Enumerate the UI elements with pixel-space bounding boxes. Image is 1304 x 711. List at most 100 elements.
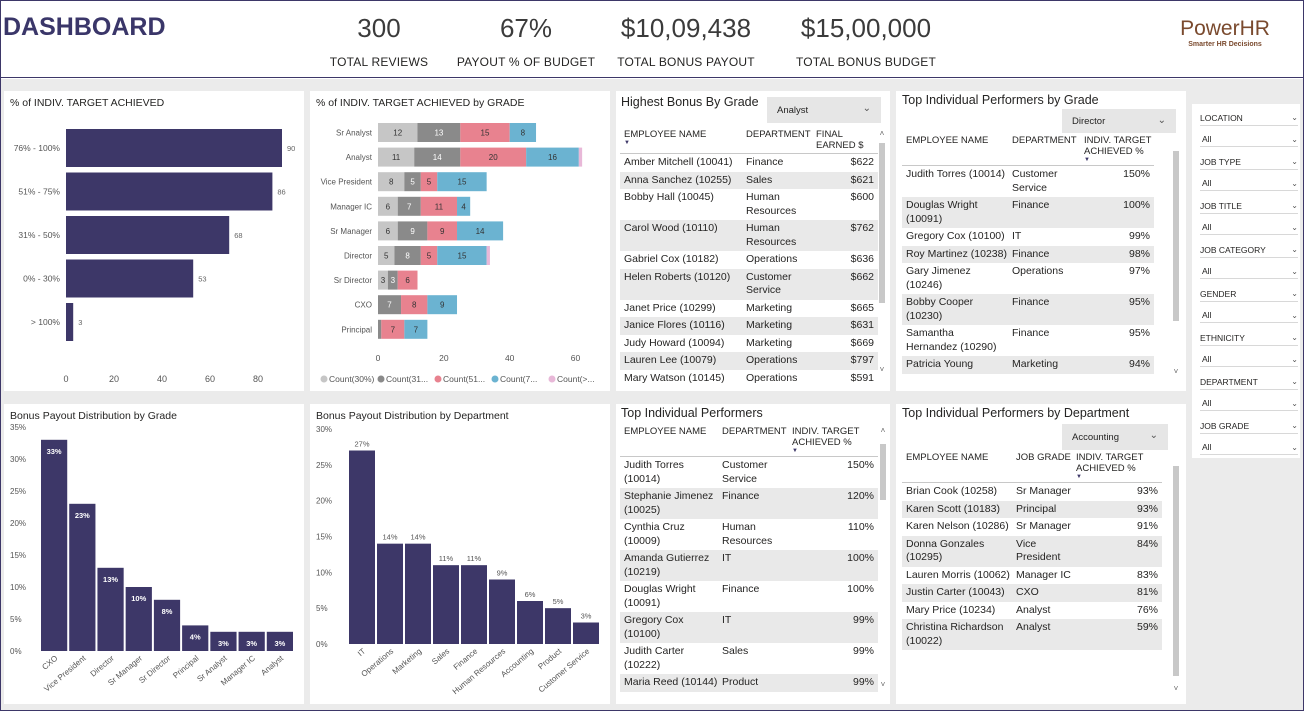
column-header[interactable]: EMPLOYEE NAME ▼ bbox=[620, 129, 742, 151]
table-row[interactable]: Mary Watson (10145) Operations $591 bbox=[620, 370, 878, 388]
table-row[interactable]: Donna Gonzales (10295) Vice President 84% bbox=[902, 535, 1162, 567]
column-header[interactable]: INDIV. TARGET ACHIEVED % ▼ bbox=[1072, 452, 1162, 480]
table-row[interactable]: Helen Roberts (10120) Customer Service $66… bbox=[620, 268, 878, 300]
slicer-header[interactable]: JOB CATEGORY ⌄ bbox=[1200, 242, 1298, 258]
table-row[interactable]: Gregory Cox (10100) IT 99% bbox=[902, 228, 1154, 246]
scroll-up-icon[interactable]: ˄ bbox=[878, 129, 886, 138]
table-cell: Finance bbox=[722, 583, 760, 595]
data-label: 16 bbox=[548, 153, 557, 162]
table-row[interactable]: Judith Torres (10014) Customer Service 150… bbox=[620, 457, 878, 488]
data-label: 3% bbox=[581, 612, 592, 621]
table-cell: Finance bbox=[1012, 327, 1050, 339]
slicer-dropdown[interactable]: All ⌄ bbox=[1200, 264, 1298, 279]
scrollbar[interactable]: ˄ ˅ bbox=[879, 426, 887, 694]
table-row[interactable]: Janet Price (10299) Marketing $665 bbox=[620, 300, 878, 318]
category-label: 0% - 30% bbox=[23, 274, 60, 284]
scrollbar[interactable]: ˅ bbox=[1172, 135, 1180, 380]
slicer-header[interactable]: JOB TITLE ⌄ bbox=[1200, 198, 1298, 214]
table-row[interactable]: Amber Mitchell (10041) Finance $622 bbox=[620, 154, 878, 172]
slicer-dropdown[interactable]: All ⌄ bbox=[1200, 176, 1298, 191]
table-cell: Patricia Young bbox=[906, 358, 974, 370]
column-header-label: DEPARTMENT bbox=[1012, 135, 1077, 146]
scroll-thumb[interactable] bbox=[1173, 466, 1179, 676]
table-row[interactable]: Justin Carter (10043) CXO 81% bbox=[902, 584, 1162, 602]
table-row[interactable]: Cynthia Cruz (10009) Human Resources 110% bbox=[620, 519, 878, 550]
table-row[interactable]: Bobby Cooper (10230) Finance 95% bbox=[902, 294, 1154, 325]
scrollbar[interactable]: ˄ ˅ bbox=[878, 129, 886, 379]
slicer-dropdown[interactable]: All ⌄ bbox=[1200, 396, 1298, 411]
slicer-value: All bbox=[1202, 398, 1212, 408]
chevron-down-icon: ⌄ bbox=[1157, 115, 1166, 126]
table-row[interactable]: Lauren Lee (10079) Operations $797 bbox=[620, 352, 878, 370]
table-cell: 95% bbox=[1128, 296, 1150, 308]
table-row[interactable]: Amanda Gutierrez (10219) IT 100% bbox=[620, 550, 878, 581]
slicer-header[interactable]: JOB TYPE ⌄ bbox=[1200, 154, 1298, 170]
table-row[interactable]: Stephanie Jimenez (10025) Finance 120% bbox=[620, 488, 878, 519]
column-header[interactable]: FINAL EARNED $ bbox=[812, 129, 878, 151]
column-header[interactable]: EMPLOYEE NAME bbox=[902, 135, 1008, 163]
table-row[interactable]: Gabriel Cox (10182) Operations $636 bbox=[620, 251, 878, 269]
scroll-down-icon[interactable]: ˅ bbox=[1172, 367, 1180, 376]
table-row[interactable]: Christina Richardson (10022) Analyst 59% bbox=[902, 619, 1162, 650]
slicer-dropdown[interactable]: All ⌄ bbox=[1200, 220, 1298, 235]
scroll-down-icon[interactable]: ˅ bbox=[878, 365, 886, 374]
table-row[interactable]: Samantha Hernandez (10290) Finance 95% bbox=[902, 325, 1154, 356]
scroll-up-icon[interactable]: ˄ bbox=[879, 426, 887, 435]
grade-filter-dropdown[interactable]: Director ⌄ bbox=[1062, 109, 1176, 133]
scroll-thumb[interactable] bbox=[879, 143, 885, 303]
kpi-label: PAYOUT % OF BUDGET bbox=[456, 55, 596, 69]
table-row[interactable]: Janice Flores (10116) Marketing $631 bbox=[620, 317, 878, 335]
table-row[interactable]: Anna Sanchez (10255) Sales $621 bbox=[620, 171, 878, 189]
scroll-down-icon[interactable]: ˅ bbox=[879, 680, 887, 689]
column-header[interactable]: DEPARTMENT bbox=[742, 129, 812, 151]
table-row[interactable]: Mary Price (10234) Analyst 76% bbox=[902, 602, 1162, 620]
department-filter-dropdown[interactable]: Accounting ⌄ bbox=[1062, 424, 1168, 450]
slicer-header[interactable]: GENDER ⌄ bbox=[1200, 286, 1298, 302]
slicer-dropdown[interactable]: All ⌄ bbox=[1200, 308, 1298, 323]
slicer-dropdown[interactable]: All ⌄ bbox=[1200, 352, 1298, 367]
column-header[interactable]: EMPLOYEE NAME bbox=[620, 426, 718, 454]
table-row[interactable]: Patricia Young Marketing 94% bbox=[902, 356, 1154, 374]
scroll-thumb[interactable] bbox=[1173, 151, 1179, 321]
table-row[interactable]: Lauren Morris (10062) Manager IC 83% bbox=[902, 567, 1162, 585]
table-row[interactable]: Maria Reed (10144) Product 99% bbox=[620, 674, 878, 692]
table-row[interactable]: Karen Nelson (10286) Sr Manager 91% bbox=[902, 518, 1162, 536]
table-row[interactable]: Gregory Cox (10100) IT 99% bbox=[620, 612, 878, 643]
slicer-header[interactable]: ETHNICITY ⌄ bbox=[1200, 330, 1298, 346]
table-row[interactable]: Gary Jimenez (10246) Operations 97% bbox=[902, 263, 1154, 294]
column-header[interactable]: INDIV. TARGET ACHIEVED % ▼ bbox=[1080, 135, 1154, 163]
grade-filter-dropdown[interactable]: Analyst ⌄ bbox=[767, 97, 881, 123]
slicer-header[interactable]: DEPARTMENT ⌄ bbox=[1200, 374, 1298, 390]
table-row[interactable]: Karen Scott (10183) Principal 93% bbox=[902, 500, 1162, 518]
table-row[interactable]: Judith Torres (10014) Customer Service 150… bbox=[902, 166, 1154, 197]
slicer-header[interactable]: JOB GRADE ⌄ bbox=[1200, 418, 1298, 434]
table-cell: Manager IC bbox=[1016, 568, 1071, 581]
table-cell: Operations bbox=[746, 253, 798, 265]
table-row[interactable]: Judith Carter (10222) Sales 99% bbox=[620, 643, 878, 674]
scrollbar[interactable]: ˅ bbox=[1172, 464, 1180, 696]
table-row[interactable]: Douglas Wright (10091) Finance 100% bbox=[902, 197, 1154, 228]
table-row[interactable]: Judy Howard (10094) Marketing $669 bbox=[620, 335, 878, 353]
table-row[interactable]: Carol Wood (10110) Human Resources $762 bbox=[620, 220, 878, 251]
slicer-dropdown[interactable]: All ⌄ bbox=[1200, 440, 1298, 455]
table-cell: Mary Price (10234) bbox=[906, 603, 996, 616]
x-tick-label: 20 bbox=[109, 374, 119, 384]
slicer-dropdown[interactable]: All ⌄ bbox=[1200, 132, 1298, 147]
column-header[interactable]: INDIV. TARGET ACHIEVED % ▼ bbox=[788, 426, 878, 454]
table-row[interactable]: Bobby Hall (10045) Human Resources $600 bbox=[620, 189, 878, 220]
category-label: Sr Director bbox=[137, 653, 172, 685]
table-row[interactable]: Douglas Wright (10091) Finance 100% bbox=[620, 581, 878, 612]
table-cell: $600 bbox=[850, 191, 874, 203]
column-header[interactable]: DEPARTMENT bbox=[718, 426, 788, 454]
scroll-down-icon[interactable]: ˅ bbox=[1172, 684, 1180, 693]
slicer-header[interactable]: LOCATION ⌄ bbox=[1200, 110, 1298, 126]
category-label: Principal bbox=[341, 325, 372, 334]
table-row[interactable]: Roy Martinez (10238) Finance 98% bbox=[902, 245, 1154, 263]
column-header[interactable]: DEPARTMENT bbox=[1008, 135, 1080, 163]
table-row[interactable]: Brian Cook (10258) Sr Manager 93% bbox=[902, 483, 1162, 501]
x-tick-label: 0 bbox=[63, 374, 68, 384]
column-header[interactable]: JOB GRADE bbox=[1012, 452, 1072, 480]
header: DASHBOARD 300 TOTAL REVIEWS 67% PAYOUT %… bbox=[1, 1, 1303, 78]
scroll-thumb[interactable] bbox=[880, 444, 886, 500]
column-header[interactable]: EMPLOYEE NAME bbox=[902, 452, 1012, 480]
